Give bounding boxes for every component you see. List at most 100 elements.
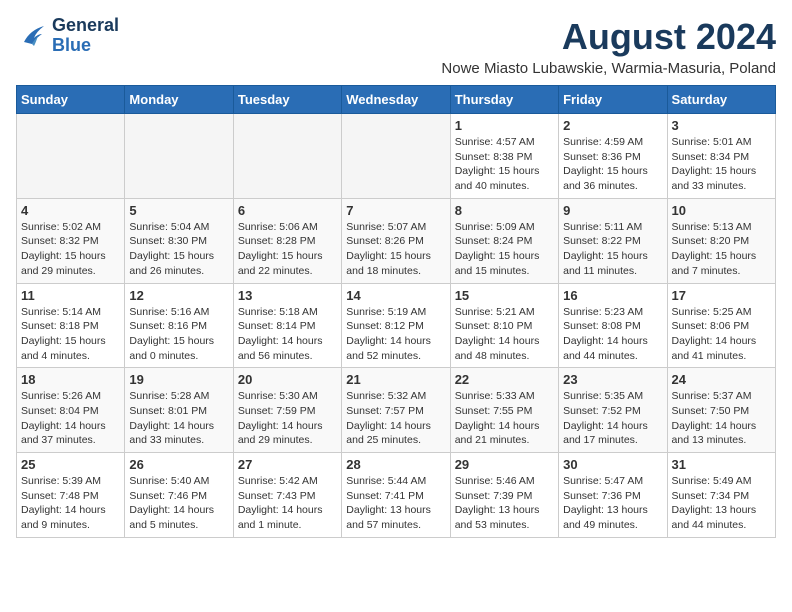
logo: General Blue: [16, 16, 119, 56]
day-number: 2: [563, 118, 662, 133]
calendar-cell: 24 Sunrise: 5:37 AM Sunset: 7:50 PM Dayli…: [667, 368, 775, 453]
day-info: Sunrise: 5:07 AM Sunset: 8:26 PM Dayligh…: [346, 220, 445, 279]
weekday-header: Friday: [559, 86, 667, 114]
day-number: 19: [129, 372, 228, 387]
day-number: 9: [563, 203, 662, 218]
day-info: Sunrise: 5:37 AM Sunset: 7:50 PM Dayligh…: [672, 389, 771, 448]
calendar-cell: 4 Sunrise: 5:02 AM Sunset: 8:32 PM Daylig…: [17, 198, 125, 283]
day-info: Sunrise: 5:42 AM Sunset: 7:43 PM Dayligh…: [238, 474, 337, 533]
day-number: 24: [672, 372, 771, 387]
calendar-cell: 31 Sunrise: 5:49 AM Sunset: 7:34 PM Dayli…: [667, 453, 775, 538]
day-info: Sunrise: 5:32 AM Sunset: 7:57 PM Dayligh…: [346, 389, 445, 448]
calendar-week-row: 18 Sunrise: 5:26 AM Sunset: 8:04 PM Dayli…: [17, 368, 776, 453]
calendar-cell: 15 Sunrise: 5:21 AM Sunset: 8:10 PM Dayli…: [450, 283, 558, 368]
day-info: Sunrise: 5:47 AM Sunset: 7:36 PM Dayligh…: [563, 474, 662, 533]
day-info: Sunrise: 5:49 AM Sunset: 7:34 PM Dayligh…: [672, 474, 771, 533]
calendar-cell: 27 Sunrise: 5:42 AM Sunset: 7:43 PM Dayli…: [233, 453, 341, 538]
calendar-week-row: 1Sunrise: 4:57 AM Sunset: 8:38 PM Daylig…: [17, 114, 776, 199]
calendar-week-row: 4 Sunrise: 5:02 AM Sunset: 8:32 PM Daylig…: [17, 198, 776, 283]
day-number: 7: [346, 203, 445, 218]
day-number: 28: [346, 457, 445, 472]
day-info: Sunrise: 5:04 AM Sunset: 8:30 PM Dayligh…: [129, 220, 228, 279]
day-info: Sunrise: 5:06 AM Sunset: 8:28 PM Dayligh…: [238, 220, 337, 279]
calendar-cell: 29 Sunrise: 5:46 AM Sunset: 7:39 PM Dayli…: [450, 453, 558, 538]
logo-icon: [16, 22, 48, 50]
day-number: 30: [563, 457, 662, 472]
day-number: 31: [672, 457, 771, 472]
subtitle: Nowe Miasto Lubawskie, Warmia-Masuria, P…: [441, 60, 776, 77]
calendar-cell: 16 Sunrise: 5:23 AM Sunset: 8:08 PM Dayli…: [559, 283, 667, 368]
calendar-cell: 30 Sunrise: 5:47 AM Sunset: 7:36 PM Dayli…: [559, 453, 667, 538]
day-info: Sunrise: 5:18 AM Sunset: 8:14 PM Dayligh…: [238, 305, 337, 364]
calendar-cell: [125, 114, 233, 199]
calendar-cell: 20Sunrise: 5:30 AM Sunset: 7:59 PM Dayli…: [233, 368, 341, 453]
day-number: 29: [455, 457, 554, 472]
page-header: General Blue August 2024 Nowe Miasto Lub…: [16, 16, 776, 77]
day-number: 18: [21, 372, 120, 387]
day-info: Sunrise: 5:13 AM Sunset: 8:20 PM Dayligh…: [672, 220, 771, 279]
calendar-cell: [342, 114, 450, 199]
day-info: Sunrise: 5:40 AM Sunset: 7:46 PM Dayligh…: [129, 474, 228, 533]
day-info: Sunrise: 5:14 AM Sunset: 8:18 PM Dayligh…: [21, 305, 120, 364]
day-number: 3: [672, 118, 771, 133]
calendar-cell: 3 Sunrise: 5:01 AM Sunset: 8:34 PM Daylig…: [667, 114, 775, 199]
day-number: 14: [346, 288, 445, 303]
logo-text: General Blue: [52, 16, 119, 56]
day-info: Sunrise: 5:19 AM Sunset: 8:12 PM Dayligh…: [346, 305, 445, 364]
calendar-header-row: SundayMondayTuesdayWednesdayThursdayFrid…: [17, 86, 776, 114]
calendar-cell: 10 Sunrise: 5:13 AM Sunset: 8:20 PM Dayli…: [667, 198, 775, 283]
day-info: Sunrise: 5:25 AM Sunset: 8:06 PM Dayligh…: [672, 305, 771, 364]
day-number: 4: [21, 203, 120, 218]
day-info: Sunrise: 5:16 AM Sunset: 8:16 PM Dayligh…: [129, 305, 228, 364]
day-number: 16: [563, 288, 662, 303]
calendar-cell: 1Sunrise: 4:57 AM Sunset: 8:38 PM Daylig…: [450, 114, 558, 199]
day-info: Sunrise: 5:44 AM Sunset: 7:41 PM Dayligh…: [346, 474, 445, 533]
calendar-cell: 9 Sunrise: 5:11 AM Sunset: 8:22 PM Daylig…: [559, 198, 667, 283]
calendar-cell: 11Sunrise: 5:14 AM Sunset: 8:18 PM Dayli…: [17, 283, 125, 368]
calendar-cell: 21 Sunrise: 5:32 AM Sunset: 7:57 PM Dayli…: [342, 368, 450, 453]
day-info: Sunrise: 4:59 AM Sunset: 8:36 PM Dayligh…: [563, 135, 662, 194]
day-info: Sunrise: 5:28 AM Sunset: 8:01 PM Dayligh…: [129, 389, 228, 448]
calendar-cell: 5Sunrise: 5:04 AM Sunset: 8:30 PM Daylig…: [125, 198, 233, 283]
day-number: 21: [346, 372, 445, 387]
calendar-cell: 14 Sunrise: 5:19 AM Sunset: 8:12 PM Dayli…: [342, 283, 450, 368]
day-info: Sunrise: 5:26 AM Sunset: 8:04 PM Dayligh…: [21, 389, 120, 448]
day-number: 13: [238, 288, 337, 303]
main-title: August 2024: [441, 16, 776, 58]
calendar-cell: [17, 114, 125, 199]
day-number: 17: [672, 288, 771, 303]
day-number: 15: [455, 288, 554, 303]
day-info: Sunrise: 5:01 AM Sunset: 8:34 PM Dayligh…: [672, 135, 771, 194]
calendar-cell: 8 Sunrise: 5:09 AM Sunset: 8:24 PM Daylig…: [450, 198, 558, 283]
calendar-cell: 7 Sunrise: 5:07 AM Sunset: 8:26 PM Daylig…: [342, 198, 450, 283]
calendar-table: SundayMondayTuesdayWednesdayThursdayFrid…: [16, 85, 776, 538]
day-number: 20: [238, 372, 337, 387]
day-info: Sunrise: 5:02 AM Sunset: 8:32 PM Dayligh…: [21, 220, 120, 279]
day-info: Sunrise: 5:11 AM Sunset: 8:22 PM Dayligh…: [563, 220, 662, 279]
calendar-cell: 12Sunrise: 5:16 AM Sunset: 8:16 PM Dayli…: [125, 283, 233, 368]
weekday-header: Sunday: [17, 86, 125, 114]
day-info: Sunrise: 5:09 AM Sunset: 8:24 PM Dayligh…: [455, 220, 554, 279]
calendar-cell: 17 Sunrise: 5:25 AM Sunset: 8:06 PM Dayli…: [667, 283, 775, 368]
day-number: 10: [672, 203, 771, 218]
calendar-cell: 26 Sunrise: 5:40 AM Sunset: 7:46 PM Dayli…: [125, 453, 233, 538]
calendar-cell: 23Sunrise: 5:35 AM Sunset: 7:52 PM Dayli…: [559, 368, 667, 453]
day-number: 26: [129, 457, 228, 472]
weekday-header: Monday: [125, 86, 233, 114]
weekday-header: Thursday: [450, 86, 558, 114]
calendar-cell: [233, 114, 341, 199]
day-info: Sunrise: 5:46 AM Sunset: 7:39 PM Dayligh…: [455, 474, 554, 533]
weekday-header: Saturday: [667, 86, 775, 114]
calendar-cell: 28 Sunrise: 5:44 AM Sunset: 7:41 PM Dayli…: [342, 453, 450, 538]
weekday-header: Tuesday: [233, 86, 341, 114]
title-block: August 2024 Nowe Miasto Lubawskie, Warmi…: [441, 16, 776, 77]
day-number: 6: [238, 203, 337, 218]
day-number: 8: [455, 203, 554, 218]
day-info: Sunrise: 5:39 AM Sunset: 7:48 PM Dayligh…: [21, 474, 120, 533]
day-number: 1: [455, 118, 554, 133]
day-info: Sunrise: 5:21 AM Sunset: 8:10 PM Dayligh…: [455, 305, 554, 364]
calendar-cell: 25Sunrise: 5:39 AM Sunset: 7:48 PM Dayli…: [17, 453, 125, 538]
day-number: 27: [238, 457, 337, 472]
day-info: Sunrise: 5:33 AM Sunset: 7:55 PM Dayligh…: [455, 389, 554, 448]
day-info: Sunrise: 5:23 AM Sunset: 8:08 PM Dayligh…: [563, 305, 662, 364]
